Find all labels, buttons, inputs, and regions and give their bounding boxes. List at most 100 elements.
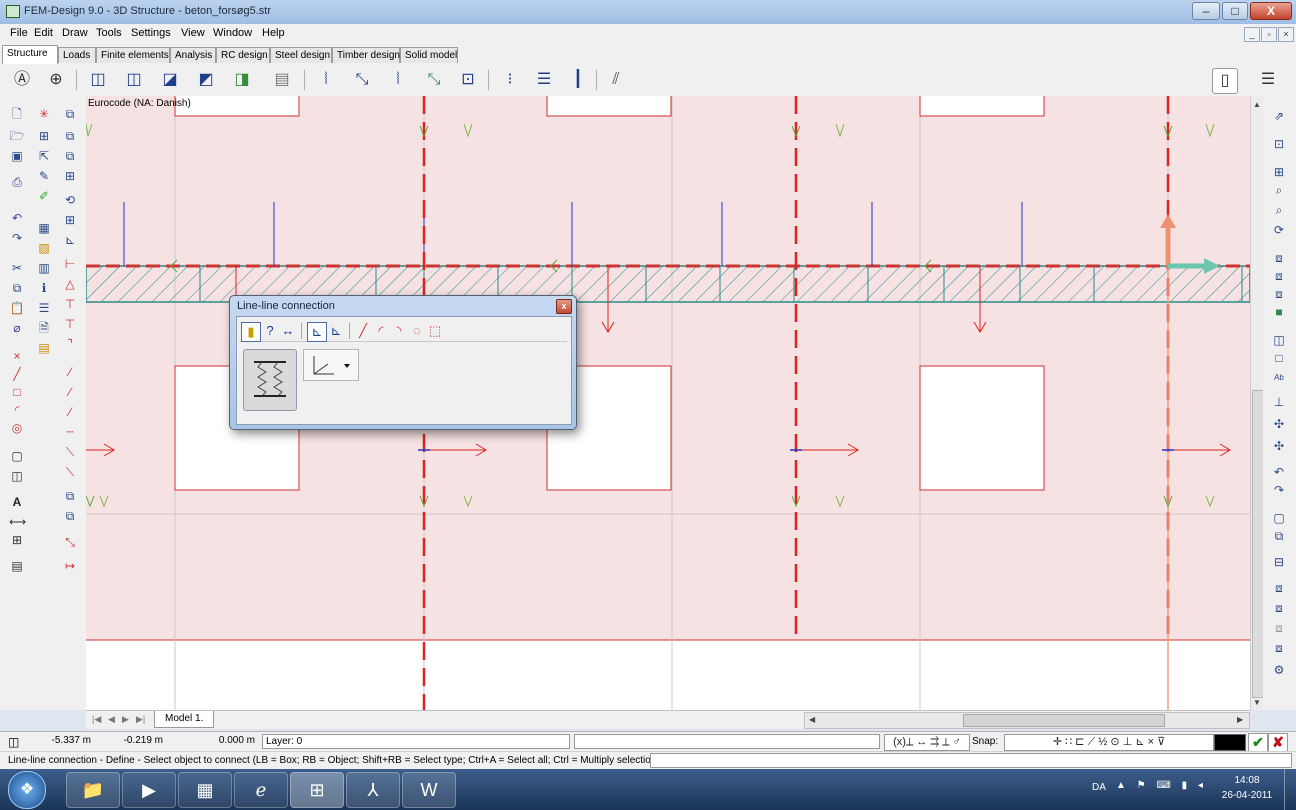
region-icon[interactable]: ▢	[9, 448, 25, 464]
horizontal-scroll-thumb[interactable]	[963, 714, 1165, 727]
box-icon[interactable]: ◫	[9, 468, 25, 484]
scroll-up-icon[interactable]: ▲	[1253, 100, 1261, 109]
box-view4-icon[interactable]: ⧈	[1271, 640, 1287, 656]
horizontal-scrollbar[interactable]: ◀ ▶	[804, 712, 1250, 729]
tab-finite-elements[interactable]: Finite elements	[96, 47, 170, 63]
acrobat-task[interactable]: ⅄	[346, 772, 400, 808]
rect-mode-icon[interactable]: ⬚	[427, 322, 443, 340]
tray-icons[interactable]: ▲ ⚑ ⌨ ▮ ◂	[1116, 780, 1207, 791]
snap-modes[interactable]: ✛ ∷ ⊏ ⟋ ½ ⊙ ⊥ ⊾ × ⊽	[1004, 734, 1214, 751]
dimension-icon[interactable]: ⟷	[9, 514, 26, 530]
coordinate-alt-icon[interactable]: ⊾	[327, 322, 345, 340]
menu-window[interactable]: Window	[213, 27, 252, 39]
media-task[interactable]: ▶	[122, 772, 176, 808]
wireframe-icon[interactable]: ◫	[1271, 332, 1287, 348]
menu-tools[interactable]: Tools	[96, 27, 122, 39]
menu-view[interactable]: View	[181, 27, 205, 39]
line-connection-icon[interactable]: ⤡	[350, 68, 374, 92]
calculator-task[interactable]: ▦	[178, 772, 232, 808]
language-indicator[interactable]: DA	[1092, 782, 1106, 793]
panel-icon[interactable]: ◨	[230, 68, 254, 92]
wall-opening-icon[interactable]: ◫	[122, 68, 146, 92]
undo-view-icon[interactable]: ↶	[1271, 464, 1287, 480]
local-system-dropdown[interactable]	[303, 349, 359, 381]
open-icon[interactable]: 🗁	[9, 128, 25, 144]
diaphragm-icon[interactable]: ⫽	[604, 68, 628, 92]
new-icon[interactable]: 🗋	[9, 106, 25, 122]
dialog-close-button[interactable]: x	[556, 299, 572, 314]
join-icon[interactable]: ⁄	[62, 404, 78, 420]
layer-icon[interactable]: ▥	[36, 260, 52, 276]
ucs-icon[interactable]: ◫	[8, 735, 19, 749]
color-swatch[interactable]	[1214, 734, 1246, 751]
split-icon[interactable]: ⁄	[62, 364, 78, 380]
paste-icon[interactable]: 📋	[9, 300, 25, 316]
clock-time[interactable]: 14:08	[1220, 775, 1274, 786]
zoom-icon[interactable]: ⌕	[1271, 182, 1287, 198]
first-tab-icon[interactable]: |◀	[92, 714, 101, 725]
print-icon[interactable]: ⎙	[9, 174, 25, 190]
list-icon[interactable]: ▤	[9, 558, 25, 574]
mirror-icon[interactable]: ⧉	[62, 508, 78, 524]
surface-connection-icon[interactable]: ⦚	[386, 68, 410, 92]
menu-settings[interactable]: Settings	[131, 27, 171, 39]
box-view2-icon[interactable]: ⧈	[1271, 600, 1287, 616]
info-icon[interactable]: ℹ	[36, 280, 52, 296]
multi-icon[interactable]: ⊞	[62, 168, 78, 184]
draw-line-icon[interactable]: ╱	[9, 366, 25, 382]
grid-icon[interactable]: ⊞	[62, 212, 78, 228]
text-icon[interactable]: A	[9, 494, 25, 510]
explode-icon[interactable]: ↦	[62, 558, 78, 574]
query-icon[interactable]: ?	[261, 322, 279, 340]
minimize-button[interactable]: –	[1192, 2, 1220, 20]
profiled-plate-icon[interactable]: ◩	[194, 68, 218, 92]
plane-mid-icon[interactable]: ✣	[1271, 416, 1287, 432]
prev-tab-icon[interactable]: ◀	[108, 714, 115, 725]
view-solid-icon[interactable]: ■	[1271, 304, 1287, 320]
chamfer-icon[interactable]: ⟍	[62, 444, 78, 460]
view-side-icon[interactable]: ⧈	[1271, 286, 1287, 302]
box-view-icon[interactable]: ⧈	[1271, 580, 1287, 596]
define-icon[interactable]: ▮	[241, 322, 261, 342]
offset-icon[interactable]: ⊤	[62, 296, 78, 312]
fictitious-icon[interactable]: ⊡	[456, 68, 480, 92]
arc-mode-icon[interactable]: ◜	[373, 322, 389, 340]
prompt-input[interactable]	[650, 753, 1292, 768]
next-tab-icon[interactable]: ▶	[122, 714, 129, 725]
text-display-icon[interactable]: Ab	[1271, 370, 1287, 386]
tab-loads[interactable]: Loads	[58, 47, 96, 63]
redo-icon[interactable]: ↷	[9, 230, 25, 246]
menu-help[interactable]: Help	[262, 27, 285, 39]
extend-icon[interactable]: ⊤	[62, 316, 78, 332]
copy-icon[interactable]: ⧉	[9, 280, 25, 296]
cut-icon[interactable]: ✂	[9, 260, 25, 276]
redo-view-icon[interactable]: ↷	[1271, 482, 1287, 498]
undo-icon[interactable]: ↶	[9, 210, 25, 226]
list-view-icon[interactable]: ☰	[1256, 68, 1280, 92]
properties-icon[interactable]: ▧	[36, 240, 52, 256]
point-support-icon[interactable]: ⊕	[44, 68, 68, 92]
zoom-pan-icon[interactable]: ⌕	[1271, 202, 1287, 218]
menu-file[interactable]: File	[10, 27, 28, 39]
plate-icon[interactable]: ◪	[158, 68, 182, 92]
point-connection-icon[interactable]: ⦚	[314, 68, 338, 92]
copy-object-icon[interactable]: ⧉	[62, 488, 78, 504]
axis-icon[interactable]: ⊾	[62, 232, 78, 248]
menu-edit[interactable]: Edit	[34, 27, 53, 39]
tab-rc-design[interactable]: RC design	[216, 47, 270, 63]
window-icon[interactable]: ▢	[1271, 510, 1287, 526]
word-task[interactable]: W	[402, 772, 456, 808]
tab-structure[interactable]: Structure	[2, 45, 58, 64]
mdi-minimize-icon[interactable]: _	[1244, 27, 1260, 42]
plane-icon[interactable]: ⊥	[1271, 394, 1287, 410]
clear-icon[interactable]: ⌀	[9, 320, 25, 336]
star-icon[interactable]: ✳	[36, 106, 52, 122]
line-line-icon[interactable]: ⤡	[422, 68, 446, 92]
tab-steel-design[interactable]: Steel design	[270, 47, 332, 63]
command-field[interactable]	[574, 734, 880, 749]
align-icon[interactable]: △	[62, 276, 78, 292]
view-3d-icon[interactable]: ⧈	[1271, 250, 1287, 266]
show-desktop-button[interactable]	[1284, 769, 1296, 810]
explorer-task[interactable]: 📁	[66, 772, 120, 808]
view-fit-icon[interactable]: ⊡	[1271, 136, 1287, 152]
